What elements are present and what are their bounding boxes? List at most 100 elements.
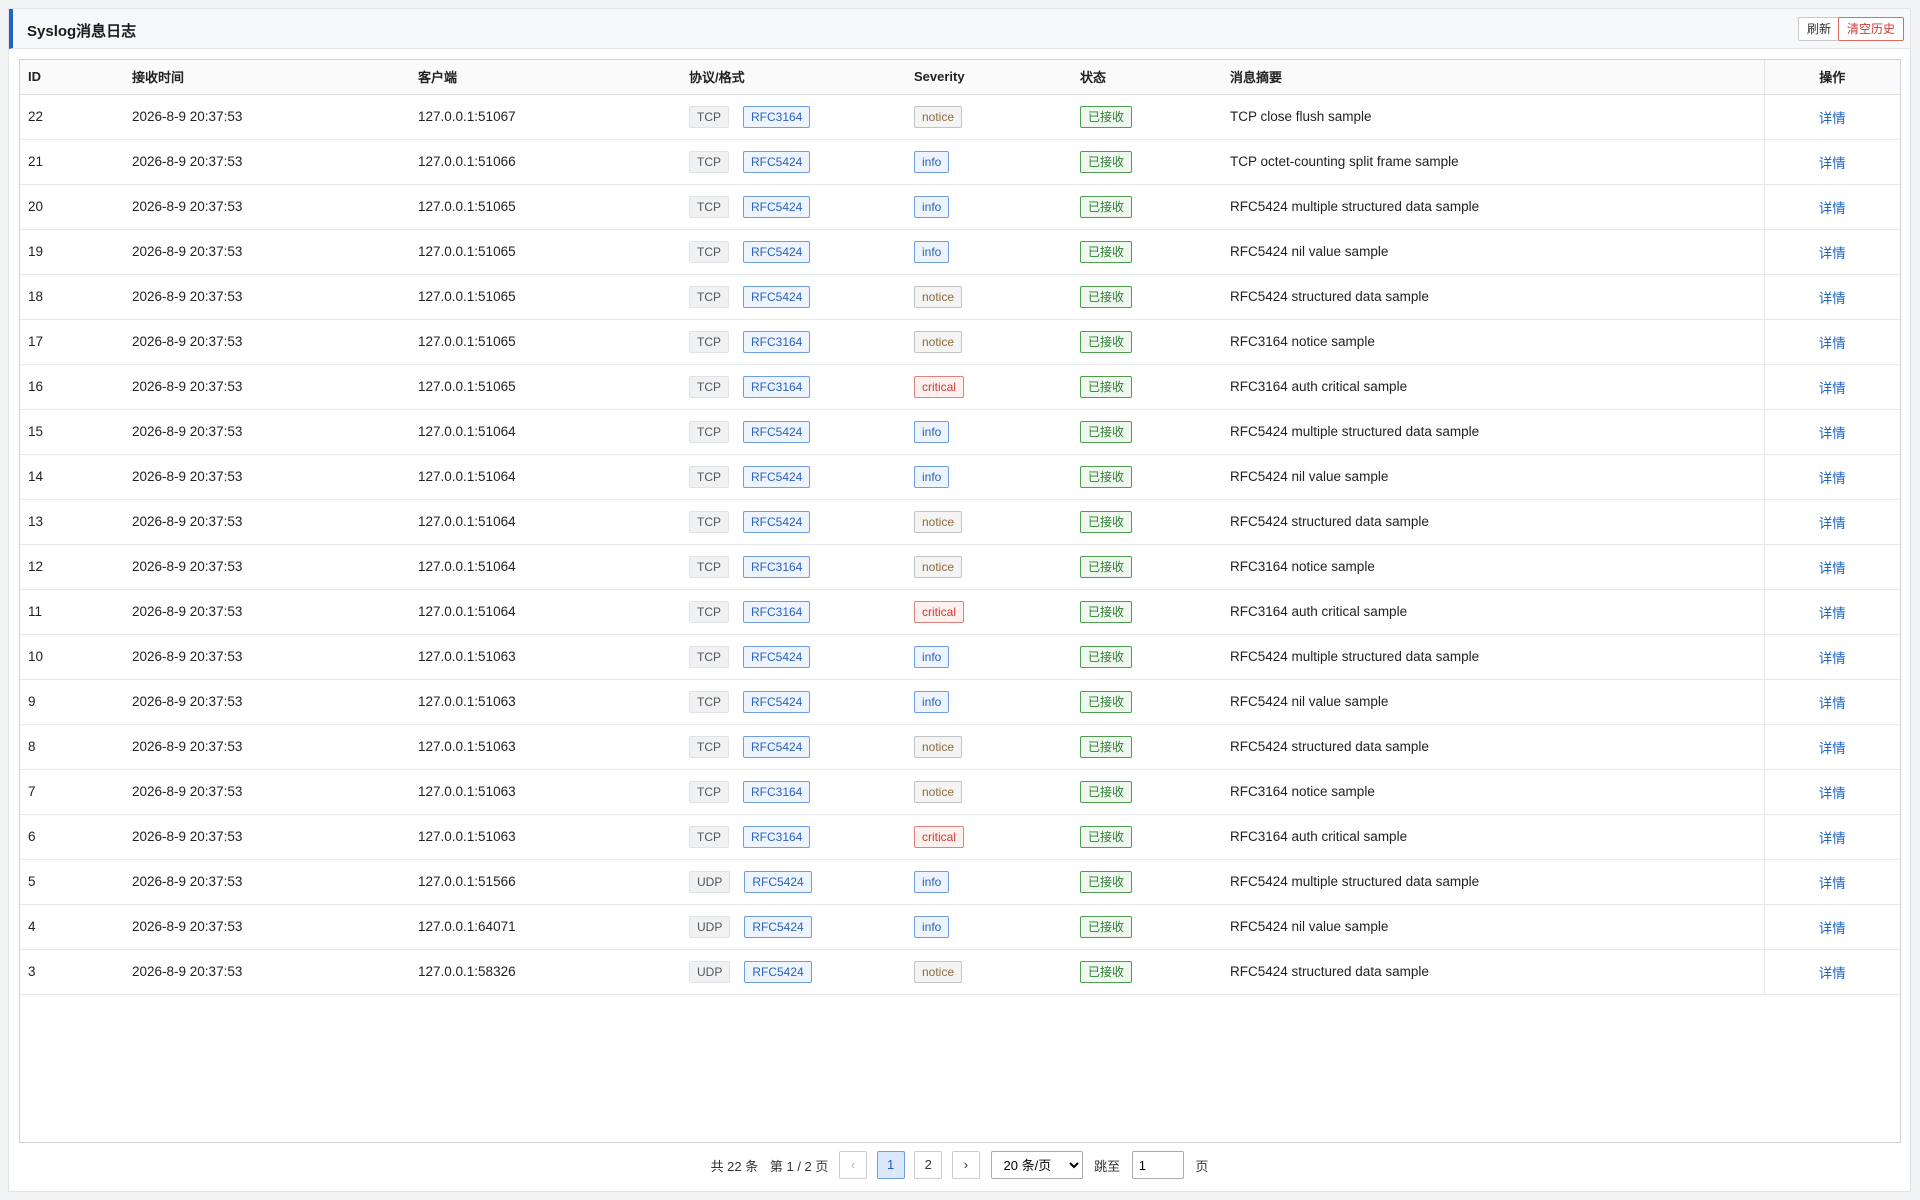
cell-status: 已接收 (1072, 184, 1222, 230)
detail-link[interactable]: 详情 (1819, 291, 1846, 306)
next-page-button[interactable]: › (951, 1151, 980, 1179)
page-button-2[interactable]: 2 (914, 1151, 943, 1179)
detail-link[interactable]: 详情 (1819, 336, 1846, 351)
severity-tag: info (914, 420, 950, 443)
cell-id: 14 (20, 454, 124, 500)
cell-client: 127.0.0.1:51063 (410, 679, 681, 725)
cell-action: 详情 (1763, 769, 1900, 815)
detail-link[interactable]: 详情 (1819, 876, 1846, 891)
table-row: 7 2026-8-9 20:37:53 127.0.0.1:51063 TCP RFC3… (20, 769, 1900, 815)
table-row: 13 2026-8-9 20:37:53 127.0.0.1:51064 TCP RFC… (20, 499, 1900, 545)
cell-time: 2026-8-9 20:37:53 (124, 769, 410, 815)
protocol-tag: TCP (689, 420, 729, 443)
detail-link[interactable]: 详情 (1819, 426, 1846, 441)
detail-link[interactable]: 详情 (1819, 651, 1846, 666)
severity-tag: notice (914, 780, 963, 803)
cell-action: 详情 (1763, 229, 1900, 275)
page-button-1[interactable]: 1 (876, 1151, 905, 1179)
severity-tag: notice (914, 510, 963, 533)
cell-summary: RFC3164 notice sample (1222, 319, 1764, 365)
cell-severity: notice (906, 544, 1072, 590)
cell-status: 已接收 (1072, 679, 1222, 725)
status-badge: 已接收 (1080, 555, 1133, 578)
cell-action: 详情 (1763, 634, 1900, 680)
table-row: 16 2026-8-9 20:37:53 127.0.0.1:51065 TCP RFC… (20, 364, 1900, 410)
protocol-tag: UDP (689, 960, 731, 983)
severity-tag: info (914, 150, 950, 173)
detail-link[interactable]: 详情 (1819, 381, 1846, 396)
cell-id: 16 (20, 364, 124, 410)
cell-action: 详情 (1763, 904, 1900, 950)
cell-time: 2026-8-9 20:37:53 (124, 319, 410, 365)
page-size-select[interactable]: 20 条/页 (990, 1151, 1083, 1179)
detail-link[interactable]: 详情 (1819, 606, 1846, 621)
cell-client: 127.0.0.1:51063 (410, 724, 681, 770)
detail-link[interactable]: 详情 (1819, 201, 1846, 216)
detail-link[interactable]: 详情 (1819, 111, 1846, 126)
table-row: 14 2026-8-9 20:37:53 127.0.0.1:51064 TCP RFC… (20, 454, 1900, 500)
detail-link[interactable]: 详情 (1819, 921, 1846, 936)
table-row: 18 2026-8-9 20:37:53 127.0.0.1:51065 TCP RFC… (20, 274, 1900, 320)
detail-link[interactable]: 详情 (1819, 516, 1846, 531)
cell-time: 2026-8-9 20:37:53 (124, 454, 410, 500)
cell-action: 详情 (1763, 184, 1900, 230)
clear-history-button[interactable]: 清空历史 (1837, 17, 1904, 41)
cell-id: 21 (20, 139, 124, 185)
format-tag: RFC5424 (743, 240, 811, 263)
protocol-tag: TCP (689, 780, 729, 803)
table-row: 11 2026-8-9 20:37:53 127.0.0.1:51064 TCP RFC… (20, 589, 1900, 635)
table-row: 8 2026-8-9 20:37:53 127.0.0.1:51063 TCP RFC5… (20, 724, 1900, 770)
status-badge: 已接收 (1080, 375, 1133, 398)
jump-page-input[interactable] (1131, 1151, 1184, 1179)
detail-link[interactable]: 详情 (1819, 696, 1846, 711)
cell-status: 已接收 (1072, 634, 1222, 680)
refresh-button[interactable]: 刷新 (1797, 17, 1840, 41)
cell-protocol: TCP RFC5424 (681, 724, 906, 770)
cell-time: 2026-8-9 20:37:53 (124, 364, 410, 410)
severity-tag: critical (914, 375, 965, 398)
protocol-tag: UDP (689, 870, 731, 893)
format-tag: RFC5424 (743, 645, 811, 668)
cell-id: 20 (20, 184, 124, 230)
status-badge: 已接收 (1080, 420, 1133, 443)
cell-id: 18 (20, 274, 124, 320)
table-body: 22 2026-8-9 20:37:53 127.0.0.1:51067 TCP RFC… (20, 94, 1900, 995)
detail-link[interactable]: 详情 (1819, 741, 1846, 756)
cell-id: 15 (20, 409, 124, 455)
log-table-container: ID 接收时间 客户端 协议/格式 Severity 状态 消息摘要 操作 22… (19, 59, 1901, 1143)
cell-summary: RFC5424 structured data sample (1222, 499, 1764, 545)
cell-status: 已接收 (1072, 454, 1222, 500)
protocol-tag: TCP (689, 240, 729, 263)
detail-link[interactable]: 详情 (1819, 786, 1846, 801)
column-header-client: 客户端 (410, 60, 681, 95)
protocol-tag: TCP (689, 600, 729, 623)
cell-severity: info (906, 634, 1072, 680)
cell-time: 2026-8-9 20:37:53 (124, 814, 410, 860)
prev-page-button[interactable]: ‹ (839, 1151, 868, 1179)
cell-severity: info (906, 859, 1072, 905)
status-badge: 已接收 (1080, 645, 1133, 668)
column-header-status: 状态 (1072, 60, 1222, 95)
cell-id: 8 (20, 724, 124, 770)
cell-action: 详情 (1763, 319, 1900, 365)
detail-link[interactable]: 详情 (1819, 966, 1846, 981)
cell-severity: notice (906, 949, 1072, 995)
protocol-tag: UDP (689, 915, 731, 938)
cell-action: 详情 (1763, 499, 1900, 545)
detail-link[interactable]: 详情 (1819, 831, 1846, 846)
table-row: 5 2026-8-9 20:37:53 127.0.0.1:51566 UDP RFC5… (20, 859, 1900, 905)
format-tag: RFC5424 (743, 465, 811, 488)
status-badge: 已接收 (1080, 285, 1133, 308)
detail-link[interactable]: 详情 (1819, 156, 1846, 171)
cell-protocol: TCP RFC5424 (681, 409, 906, 455)
cell-protocol: TCP RFC5424 (681, 634, 906, 680)
detail-link[interactable]: 详情 (1819, 246, 1846, 261)
detail-link[interactable]: 详情 (1819, 471, 1846, 486)
cell-client: 127.0.0.1:51064 (410, 454, 681, 500)
cell-protocol: TCP RFC5424 (681, 184, 906, 230)
cell-time: 2026-8-9 20:37:53 (124, 679, 410, 725)
status-badge: 已接收 (1080, 465, 1133, 488)
protocol-tag: TCP (689, 195, 729, 218)
cell-status: 已接收 (1072, 409, 1222, 455)
detail-link[interactable]: 详情 (1819, 561, 1846, 576)
